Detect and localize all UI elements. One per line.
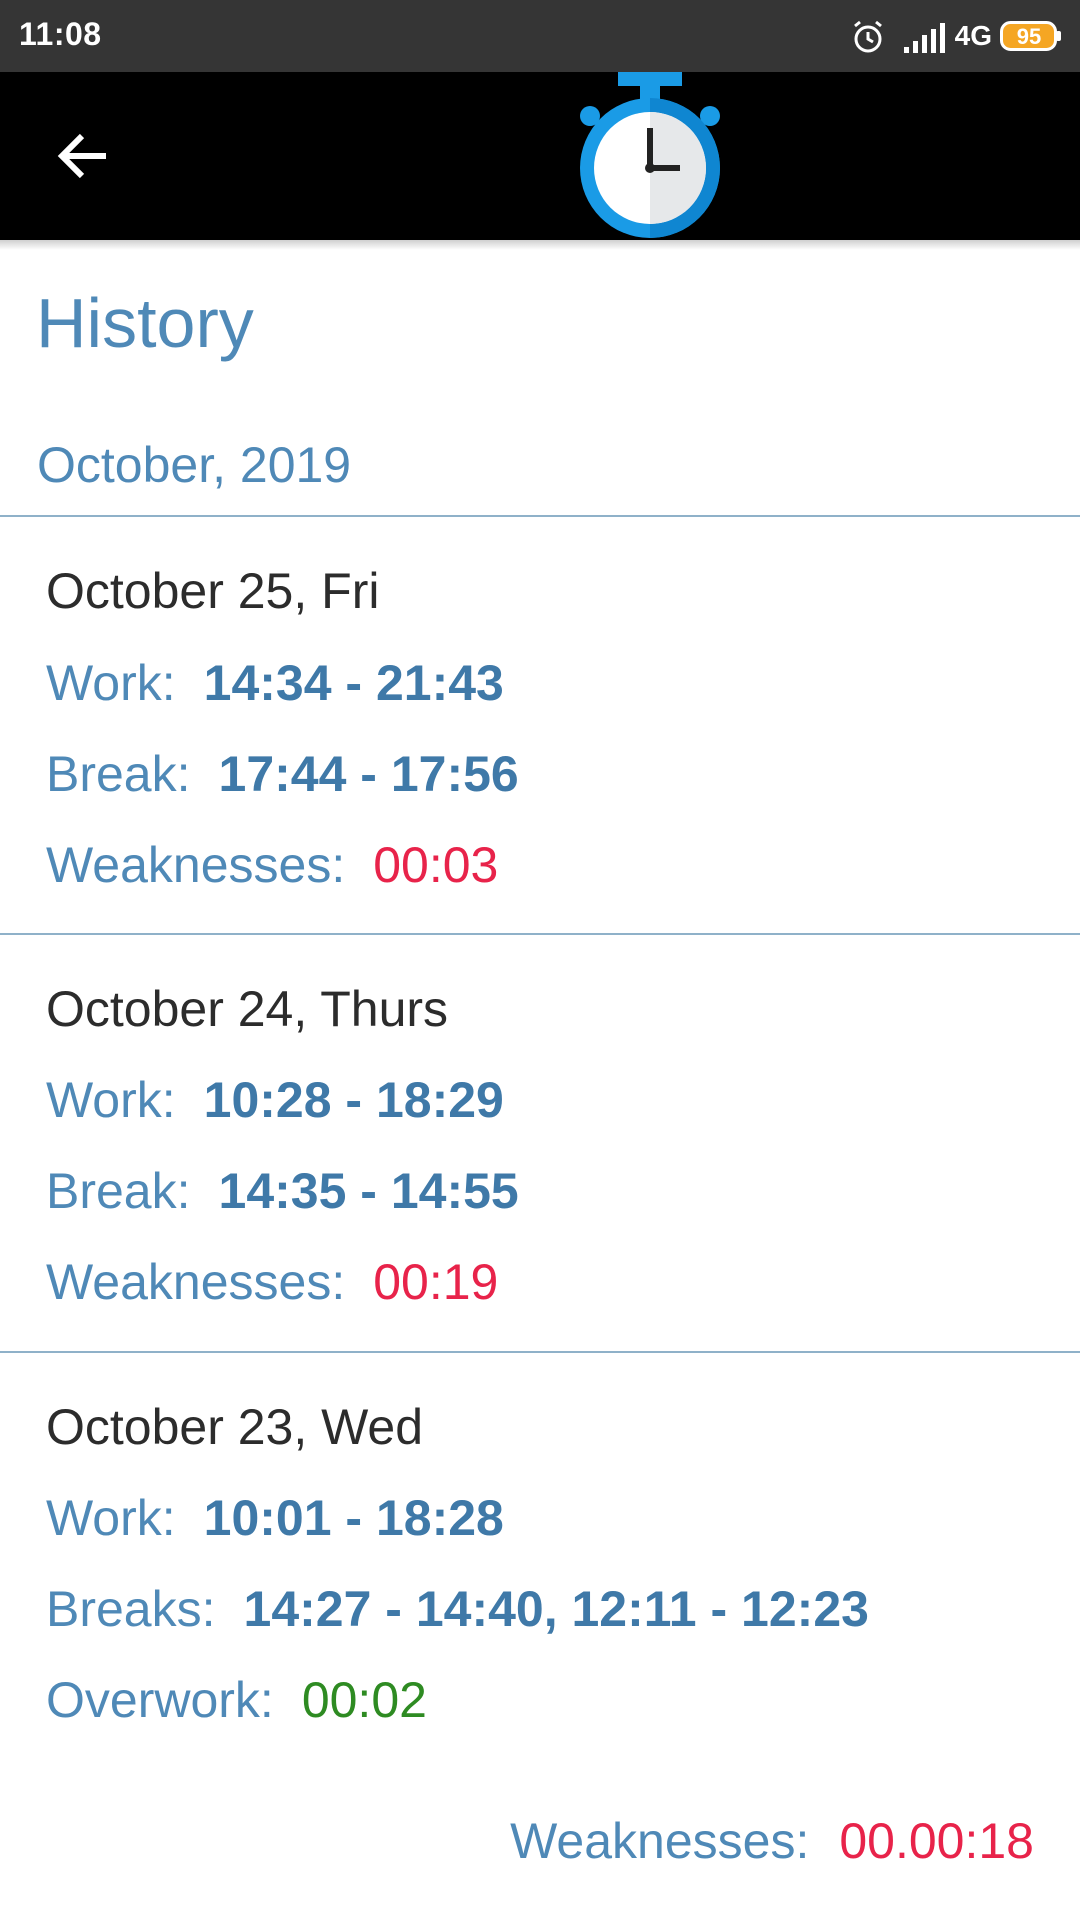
weakness-value: 00:03 <box>373 837 499 893</box>
status-time: 11:08 <box>19 16 102 52</box>
work-row: Work: 10:28 - 18:29 <box>46 1071 504 1129</box>
weakness-row: Weaknesses: 00:19 <box>46 1253 498 1311</box>
divider <box>0 515 1080 517</box>
work-value: 10:28 - 18:29 <box>203 1072 504 1128</box>
back-button[interactable] <box>40 114 124 198</box>
break-label: Break: <box>46 1163 191 1219</box>
work-label: Work: <box>46 655 176 711</box>
weakness-value: 00:19 <box>373 1254 499 1310</box>
signal-icon <box>904 23 945 53</box>
work-value: 14:34 - 21:43 <box>203 655 504 711</box>
network-label: 4G <box>954 20 992 51</box>
battery-icon: 95 <box>1000 21 1061 51</box>
overwork-label: Overwork: <box>46 1672 274 1728</box>
break-row: Break: 17:44 - 17:56 <box>46 745 519 803</box>
work-label: Work: <box>46 1072 176 1128</box>
work-row: Work: 14:34 - 21:43 <box>46 654 504 712</box>
alarm-icon <box>854 20 882 53</box>
break-value: 17:44 - 17:56 <box>218 746 519 802</box>
battery-level: 95 <box>1017 24 1041 49</box>
work-label: Work: <box>46 1490 176 1546</box>
overwork-value: 00:02 <box>301 1672 427 1728</box>
overwork-row: Overwork: 00:02 <box>46 1671 427 1729</box>
breaks-label: Breaks: <box>46 1581 216 1637</box>
day-title: October 25, Fri <box>46 563 380 619</box>
total-weaknesses: Weaknesses: 00.00:18 <box>510 1812 1034 1870</box>
break-row: Break: 14:35 - 14:55 <box>46 1162 519 1220</box>
weakness-label: Weaknesses: <box>46 837 346 893</box>
total-label: Weaknesses: <box>510 1813 810 1869</box>
divider <box>0 933 1080 935</box>
breaks-value: 14:27 - 14:40, 12:11 - 12:23 <box>243 1581 869 1637</box>
weakness-label: Weaknesses: <box>46 1254 346 1310</box>
stopwatch-icon <box>580 72 720 238</box>
app-bar-shadow <box>0 240 1080 250</box>
day-title: October 23, Wed <box>46 1399 424 1455</box>
break-label: Break: <box>46 746 191 802</box>
day-title: October 24, Thurs <box>46 981 449 1037</box>
total-value: 00.00:18 <box>839 1813 1034 1869</box>
breaks-row: Breaks: 14:27 - 14:40, 12:11 - 12:23 <box>46 1580 869 1638</box>
weakness-row: Weaknesses: 00:03 <box>46 836 498 894</box>
app-bar <box>0 72 1080 240</box>
arrow-left-icon <box>57 133 106 179</box>
break-value: 14:35 - 14:55 <box>218 1163 519 1219</box>
work-row: Work: 10:01 - 18:28 <box>46 1489 504 1547</box>
work-value: 10:01 - 18:28 <box>203 1490 504 1546</box>
month-header: October, 2019 <box>37 437 352 493</box>
divider <box>0 1351 1080 1353</box>
status-bar: 11:08 4G 95 <box>0 0 1080 72</box>
page-title: History <box>36 284 254 362</box>
